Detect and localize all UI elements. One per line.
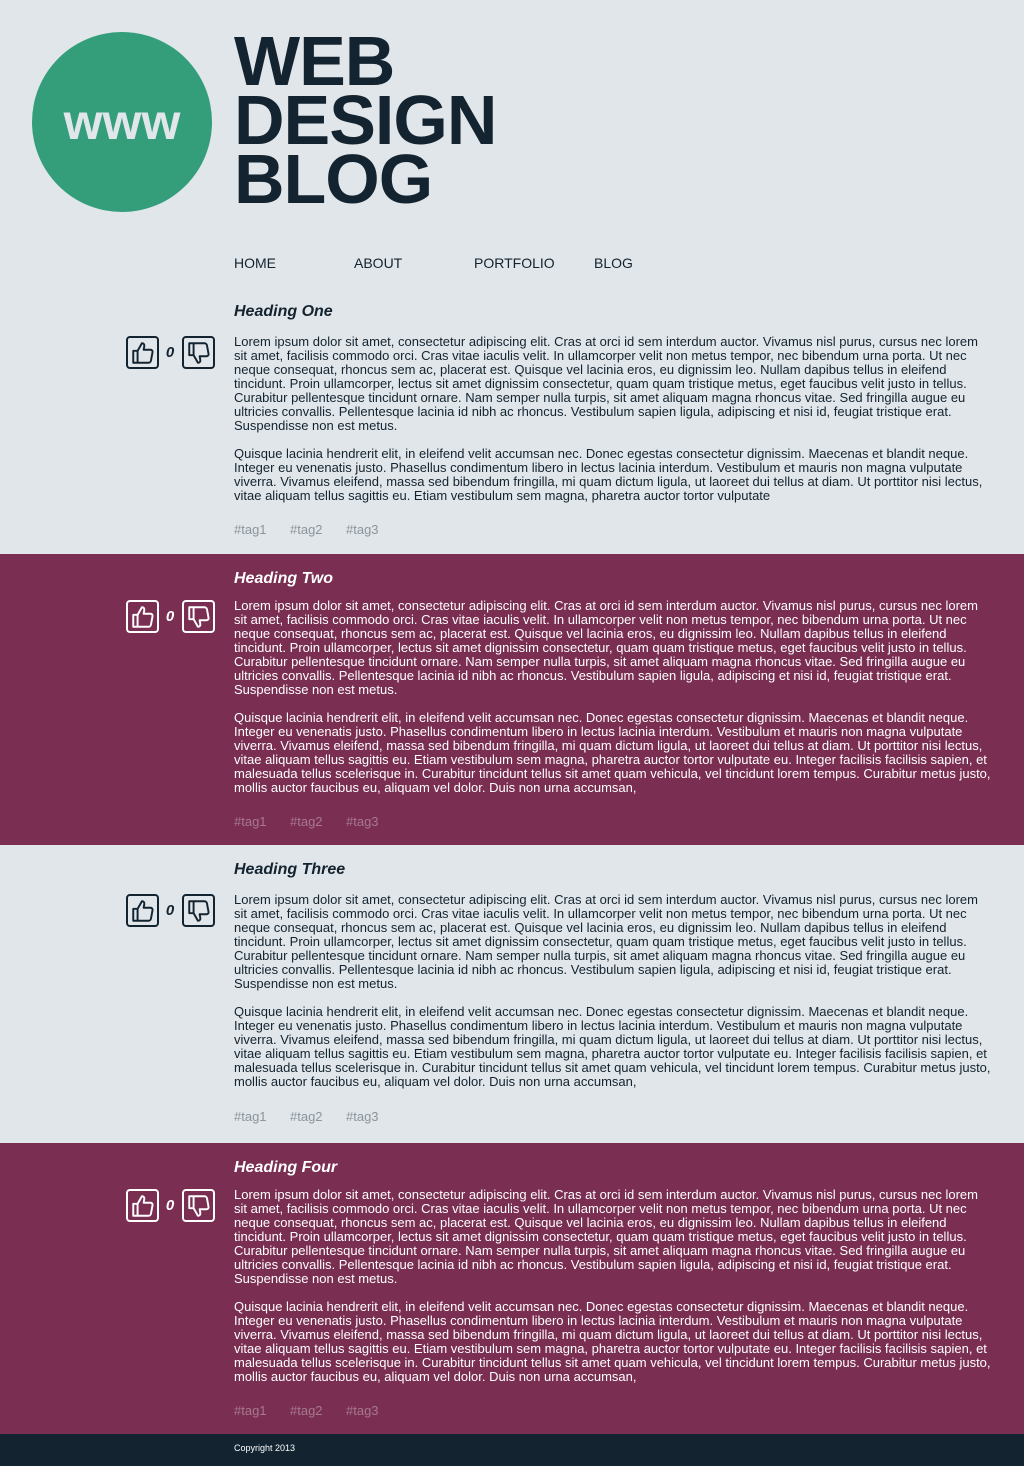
blog-post: Heading One 0 Lorem ipsum dolor sit amet… bbox=[0, 292, 1024, 554]
tag-link[interactable]: #tag3 bbox=[346, 522, 379, 537]
post-heading[interactable]: Heading Four bbox=[234, 1159, 337, 1177]
post-body: Lorem ipsum dolor sit amet, consectetur … bbox=[234, 335, 994, 503]
post-heading[interactable]: Heading Three bbox=[234, 861, 345, 879]
post-paragraph: Lorem ipsum dolor sit amet, consectetur … bbox=[234, 335, 978, 433]
thumbs-up-icon bbox=[131, 605, 154, 628]
tag-link[interactable]: #tag1 bbox=[234, 1403, 267, 1418]
tag-link[interactable]: #tag3 bbox=[346, 814, 379, 829]
post-heading[interactable]: Heading One bbox=[234, 303, 333, 321]
site-title: WEB DESIGN BLOG bbox=[234, 26, 497, 214]
thumbs-up-button[interactable] bbox=[126, 600, 159, 633]
thumbs-down-button[interactable] bbox=[182, 894, 215, 927]
blog-post: Heading Four 0 Lorem ipsum dolor sit ame… bbox=[0, 1143, 1024, 1434]
vote-controls: 0 bbox=[126, 894, 216, 928]
thumbs-down-button[interactable] bbox=[182, 600, 215, 633]
post-body: Lorem ipsum dolor sit amet, consectetur … bbox=[234, 599, 994, 795]
vote-controls: 0 bbox=[126, 1189, 216, 1223]
post-paragraph: Quisque lacinia hendrerit elit, in eleif… bbox=[234, 1299, 991, 1384]
thumbs-up-icon bbox=[131, 341, 154, 364]
logo-text: www bbox=[63, 94, 181, 150]
vote-controls: 0 bbox=[126, 336, 216, 370]
tag-link[interactable]: #tag3 bbox=[346, 1109, 379, 1124]
tag-link[interactable]: #tag2 bbox=[290, 1403, 323, 1418]
nav-item-about[interactable]: ABOUT bbox=[354, 255, 402, 271]
vote-count: 0 bbox=[165, 902, 175, 919]
tag-link[interactable]: #tag1 bbox=[234, 814, 267, 829]
copyright-text: Copyright 2013 bbox=[234, 1443, 296, 1453]
nav-item-blog[interactable]: BLOG bbox=[594, 255, 633, 271]
vote-count: 0 bbox=[165, 608, 175, 625]
thumbs-down-button[interactable] bbox=[182, 336, 215, 369]
post-paragraph: Quisque lacinia hendrerit elit, in eleif… bbox=[234, 710, 991, 795]
post-body: Lorem ipsum dolor sit amet, consectetur … bbox=[234, 1188, 994, 1384]
vote-count: 0 bbox=[165, 1197, 175, 1214]
vote-count: 0 bbox=[165, 344, 175, 361]
post-paragraph: Lorem ipsum dolor sit amet, consectetur … bbox=[234, 599, 978, 697]
vote-controls: 0 bbox=[126, 600, 216, 634]
thumbs-up-icon bbox=[131, 899, 154, 922]
post-paragraph: Lorem ipsum dolor sit amet, consectetur … bbox=[234, 1188, 978, 1286]
thumbs-down-icon bbox=[187, 605, 210, 628]
post-heading[interactable]: Heading Two bbox=[234, 570, 333, 588]
thumbs-up-button[interactable] bbox=[126, 336, 159, 369]
tag-link[interactable]: #tag1 bbox=[234, 1109, 267, 1124]
tag-link[interactable]: #tag2 bbox=[290, 522, 323, 537]
thumbs-down-button[interactable] bbox=[182, 1189, 215, 1222]
post-paragraph: Quisque lacinia hendrerit elit, in eleif… bbox=[234, 1004, 991, 1089]
site-logo[interactable]: www bbox=[32, 32, 212, 212]
tag-link[interactable]: #tag2 bbox=[290, 814, 323, 829]
thumbs-down-icon bbox=[187, 899, 210, 922]
site-footer: Copyright 2013 bbox=[0, 1434, 1024, 1466]
nav-item-home[interactable]: HOME bbox=[234, 255, 276, 271]
thumbs-down-icon bbox=[187, 1194, 210, 1217]
blog-post: Heading Three 0 Lorem ipsum dolor sit am… bbox=[0, 845, 1024, 1143]
blog-post: Heading Two 0 Lorem ipsum dolor sit amet… bbox=[0, 554, 1024, 845]
tag-link[interactable]: #tag2 bbox=[290, 1109, 323, 1124]
thumbs-up-button[interactable] bbox=[126, 894, 159, 927]
nav-item-portfolio[interactable]: PORTFOLIO bbox=[474, 255, 555, 271]
tag-link[interactable]: #tag3 bbox=[346, 1403, 379, 1418]
post-body: Lorem ipsum dolor sit amet, consectetur … bbox=[234, 893, 994, 1089]
post-paragraph: Quisque lacinia hendrerit elit, in eleif… bbox=[234, 446, 983, 503]
thumbs-down-icon bbox=[187, 341, 210, 364]
post-paragraph: Lorem ipsum dolor sit amet, consectetur … bbox=[234, 893, 978, 991]
thumbs-up-button[interactable] bbox=[126, 1189, 159, 1222]
tag-link[interactable]: #tag1 bbox=[234, 522, 267, 537]
thumbs-up-icon bbox=[131, 1194, 154, 1217]
